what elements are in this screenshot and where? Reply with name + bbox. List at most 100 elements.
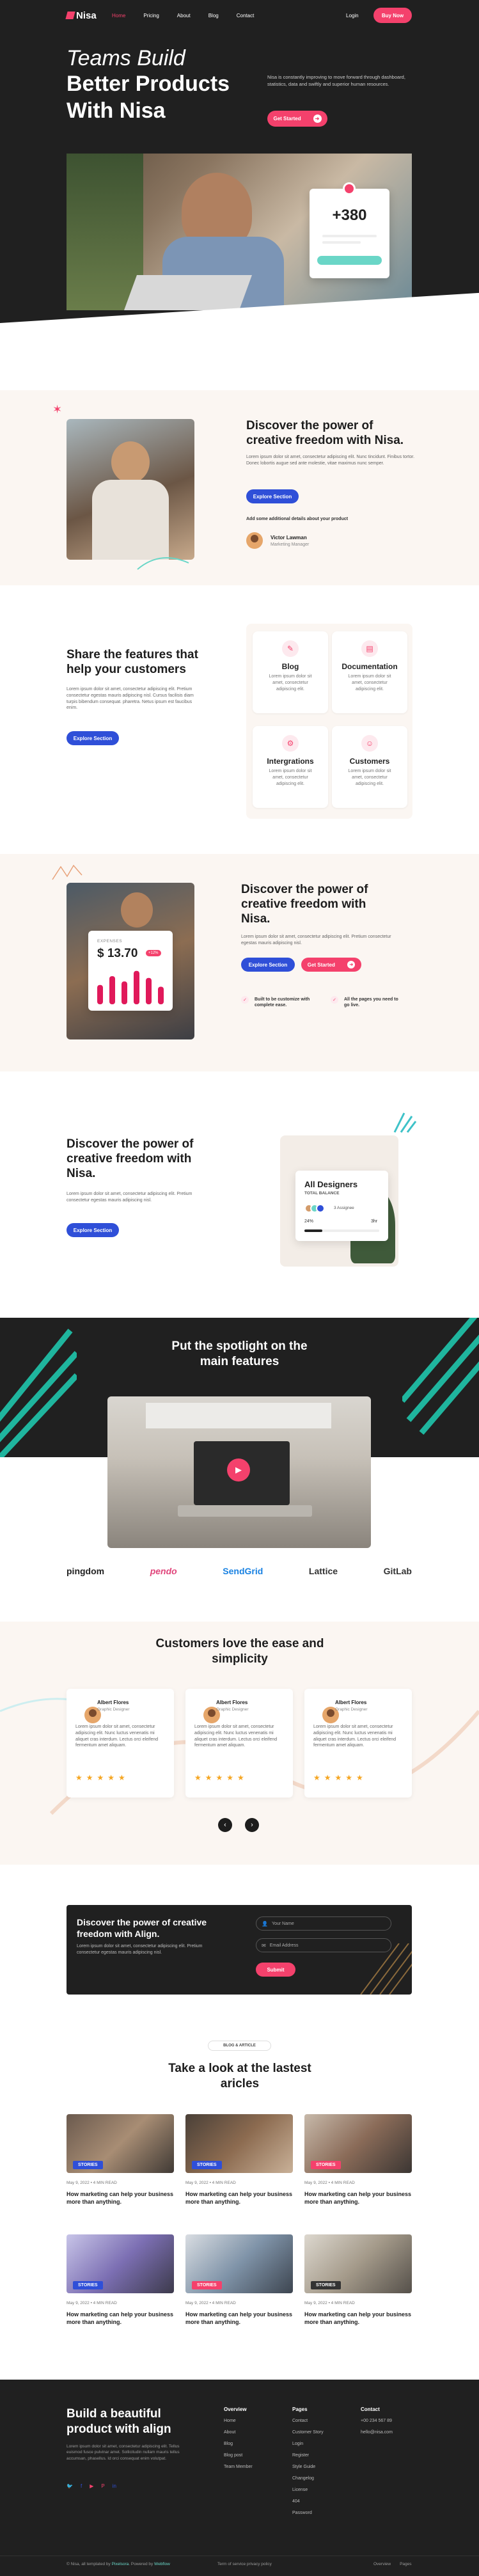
gitlab-logo: GitLab <box>383 1566 412 1576</box>
nav-contact[interactable]: Contact <box>237 13 255 19</box>
copyright-text: . Powered by <box>129 2562 153 2566</box>
footer-link[interactable]: Contact <box>292 2419 324 2423</box>
expense-bar <box>146 977 152 1004</box>
section3-desc: Lorem ipsum dolor sit amet, consectetur … <box>241 935 391 945</box>
get-started-label: Get Started <box>307 961 335 968</box>
expense-bar <box>158 986 164 1004</box>
section1-note: Add some additional details about your p… <box>246 517 349 521</box>
explore-section-button-2[interactable]: Explore Section <box>67 731 119 745</box>
customers-icon: ☺ <box>361 735 378 752</box>
explore-section-button-1[interactable]: Explore Section <box>246 489 299 503</box>
terms-link[interactable]: Term of service privacy policy <box>217 2562 272 2566</box>
footer-col-pages: Pages Contact Customer Story Login Regis… <box>292 2406 324 2522</box>
footer-bottom-links: Overview Pages <box>373 2562 412 2566</box>
blog-card[interactable]: STORIES May 9, 2022 • 4 MIN READ How mar… <box>67 2234 174 2343</box>
chevron-right-icon[interactable]: › <box>245 1818 259 1832</box>
explore-section-button-4[interactable]: Explore Section <box>67 1223 119 1237</box>
blog-card-title[interactable]: How marketing can help your business mor… <box>304 2190 412 2206</box>
footer-col-title: Pages <box>292 2406 308 2412</box>
footer-link[interactable]: 404 <box>292 2499 324 2504</box>
blog-card[interactable]: STORIES May 9, 2022 • 4 MIN READ How mar… <box>67 2114 174 2223</box>
footer-link[interactable]: Customer Story <box>292 2430 324 2435</box>
nav-pricing[interactable]: Pricing <box>143 13 159 19</box>
expense-bar <box>122 981 127 1004</box>
feature-card-integrations[interactable]: ⚙ Intergrations Lorem ipsum dolor sit amet… <box>253 726 328 808</box>
footer-link[interactable]: Team Member <box>224 2465 253 2469</box>
footer-bottom-link[interactable]: Pages <box>400 2562 411 2566</box>
name-field[interactable]: 👤 Your Name <box>256 1916 391 1931</box>
feature-card-customers[interactable]: ☺ Customers Lorem ipsum dolor sit amet, co… <box>332 726 407 808</box>
blog-card[interactable]: STORIES May 9, 2022 • 4 MIN READ How mar… <box>304 2234 412 2343</box>
discover-section-1: ✶ Discover the power of creative freedom… <box>0 390 479 585</box>
youtube-icon[interactable]: ▶ <box>90 2483 93 2489</box>
document-icon: ▤ <box>361 640 378 657</box>
footer-bottom-link[interactable]: Overview <box>373 2562 391 2566</box>
blog-meta: May 9, 2022 • 4 MIN READ <box>304 2301 355 2305</box>
nav-about[interactable]: About <box>177 13 191 19</box>
submit-button[interactable]: Submit <box>256 1963 295 1977</box>
assignee-avatars <box>304 1204 325 1213</box>
footer-email[interactable]: hello@nisa.com <box>361 2430 393 2435</box>
webflow-link[interactable]: Webflow <box>154 2562 170 2566</box>
feature-card-documentation[interactable]: ▤ Documentation Lorem ipsum dolor sit amet… <box>332 631 407 713</box>
progress-track <box>304 1229 379 1232</box>
blog-card[interactable]: STORIES May 9, 2022 • 4 MIN READ How mar… <box>185 2234 293 2343</box>
explore-section-button-3[interactable]: Explore Section <box>241 958 295 972</box>
footer-link[interactable]: License <box>292 2488 324 2492</box>
email-field[interactable]: ✉ Email Address <box>256 1938 391 1952</box>
footer-link[interactable]: Home <box>224 2419 253 2423</box>
sparkle-icon: ✶ <box>52 403 63 416</box>
progress-time: 3hr <box>371 1219 378 1224</box>
get-started-button-2[interactable]: Get Started ➜ <box>301 958 361 972</box>
play-icon[interactable]: ▶ <box>227 1458 250 1482</box>
footer-link[interactable]: About <box>224 2430 253 2435</box>
footer-link[interactable]: Password <box>292 2511 324 2515</box>
blog-card[interactable]: STORIES May 9, 2022 • 4 MIN READ How mar… <box>185 2114 293 2223</box>
blog-tag: STORIES <box>311 2281 341 2289</box>
footer-link[interactable]: Style Guide <box>292 2465 324 2469</box>
nav-blog[interactable]: Blog <box>208 13 219 19</box>
facebook-icon[interactable]: f <box>81 2483 82 2489</box>
logo[interactable]: Nisa <box>65 9 97 22</box>
blog-card[interactable]: STORIES May 9, 2022 • 4 MIN READ How mar… <box>304 2114 412 2223</box>
get-started-button[interactable]: Get Started ➜ <box>267 111 327 127</box>
nav-home[interactable]: Home <box>112 13 125 19</box>
buy-now-button[interactable]: Buy Now <box>373 8 412 23</box>
blog-card-title[interactable]: How marketing can help your business mor… <box>67 2311 174 2326</box>
benefit-1: Built to be customize with complete ease… <box>255 997 310 1008</box>
designers-card-subtitle: TOTAL BALANCE <box>304 1191 340 1196</box>
footer-desc: Lorem ipsum dolor sit amet, consectetur … <box>67 2444 180 2461</box>
discover-section-2: EXPENSES $ 13.70 +12% Discover the power… <box>0 854 479 1071</box>
swirl-decoration-icon <box>137 557 189 570</box>
blog-card-title[interactable]: How marketing can help your business mor… <box>304 2311 412 2326</box>
reviewer-role: Graphic Designer <box>216 1707 249 1712</box>
footer-link[interactable]: Login <box>292 2442 324 2446</box>
blog-card-title[interactable]: How marketing can help your business mor… <box>67 2190 174 2206</box>
hero-section: Nisa Home Pricing About Blog Contact Log… <box>0 0 479 349</box>
pixelsora-link[interactable]: Pixelsora <box>112 2562 129 2566</box>
check-icon: ✓ <box>331 996 338 1004</box>
star-rating-icon: ★★★★★ <box>313 1773 367 1782</box>
footer-link[interactable]: Changelog <box>292 2476 324 2481</box>
chevron-left-icon[interactable]: ‹ <box>218 1818 232 1832</box>
twitter-icon[interactable]: 🐦 <box>67 2483 73 2489</box>
blog-meta: May 9, 2022 • 4 MIN READ <box>304 2181 355 2185</box>
blog-tag: STORIES <box>311 2161 341 2169</box>
blog-meta: May 9, 2022 • 4 MIN READ <box>185 2301 236 2305</box>
footer-col-contact: Contact +00 234 567 89 hello@nisa.com <box>361 2406 393 2442</box>
feature-card-blog[interactable]: ✎ Blog Lorem ipsum dolor sit amet, consect… <box>253 631 328 713</box>
blog-card-title[interactable]: How marketing can help your business mor… <box>185 2311 293 2326</box>
footer-link[interactable]: Blog <box>224 2442 253 2446</box>
features-grid: ✎ Blog Lorem ipsum dolor sit amet, consect… <box>246 624 412 819</box>
footer-phone[interactable]: +00 234 567 89 <box>361 2419 393 2423</box>
section1-desc: Lorem ipsum dolor sit amet, consectetur … <box>246 455 415 466</box>
login-link[interactable]: Login <box>346 9 359 22</box>
footer-col-title: Overview <box>224 2406 247 2412</box>
progress-fill <box>304 1229 323 1232</box>
linkedin-icon[interactable]: in <box>113 2483 116 2489</box>
blog-card-title[interactable]: How marketing can help your business mor… <box>185 2190 293 2206</box>
footer-link[interactable]: Register <box>292 2453 324 2458</box>
footer-title: Build a beautiful product with align <box>67 2407 171 2436</box>
pinterest-icon[interactable]: P <box>101 2483 104 2489</box>
footer-link[interactable]: Blog post <box>224 2453 253 2458</box>
